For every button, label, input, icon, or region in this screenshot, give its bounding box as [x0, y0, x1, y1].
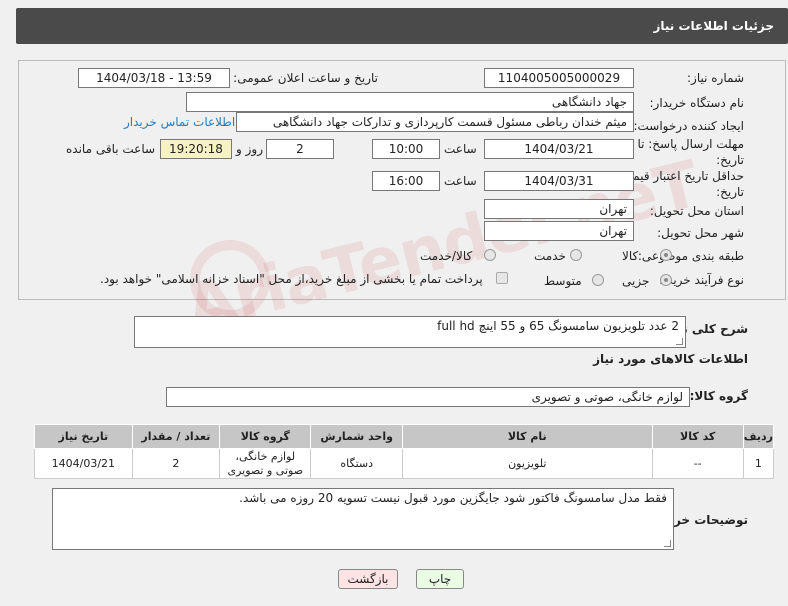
price-valid-time-field: 16:00: [372, 171, 440, 191]
goods-group-label: گروه کالا:: [689, 389, 748, 403]
page-title: جزئیات اطلاعات نیاز: [653, 19, 774, 33]
cell-unit: دستگاه: [310, 448, 403, 479]
buyer-notes-field: فقط مدل سامسونگ فاکتور شود جایگزین مورد …: [52, 488, 674, 550]
goods-section-title: اطلاعات کالاهای مورد نیاز: [593, 352, 748, 366]
page-header: جزئیات اطلاعات نیاز: [16, 8, 788, 44]
category-radio-service[interactable]: [570, 249, 582, 261]
buyer-notes-text: فقط مدل سامسونگ فاکتور شود جایگزین مورد …: [239, 491, 667, 505]
col-name: نام کالا: [401, 424, 653, 449]
category-option-service: خدمت: [534, 249, 566, 263]
back-button[interactable]: بازگشت: [338, 569, 398, 589]
cell-row: 1: [742, 448, 775, 479]
col-code: کد کالا: [651, 424, 744, 449]
goods-group-field: لوازم خانگی، صوتی و تصویری: [166, 387, 690, 407]
treasury-payment-note: پرداخت تمام یا بخشی از مبلغ خرید،از محل …: [100, 272, 483, 286]
announce-label: تاریخ و ساعت اعلان عمومی:: [233, 71, 378, 85]
category-option-both: کالا/خدمت: [420, 249, 473, 263]
days-field: 2: [266, 139, 334, 159]
col-unit: واحد شمارش: [310, 424, 403, 449]
col-group: گروه کالا: [219, 424, 312, 449]
province-field: تهران: [484, 199, 634, 219]
need-number-field: 1104005005000029: [484, 68, 634, 88]
cell-qty: 2: [131, 448, 221, 479]
remaining-time-field: 19:20:18: [160, 139, 232, 159]
col-qty: تعداد / مقدار: [131, 424, 221, 449]
buyer-org-label: نام دستگاه خریدار:: [649, 96, 745, 110]
announce-field: 1404/03/18 - 13:59: [78, 68, 230, 88]
price-valid-hour-label: ساعت: [444, 174, 477, 188]
remaining-label: ساعت باقی مانده: [66, 142, 156, 156]
deadline-time-field: 10:00: [372, 139, 440, 159]
days-label: روز و: [236, 142, 263, 156]
need-number-label: شماره نیاز:: [687, 71, 744, 85]
deadline-label: مهلت ارسال پاسخ: تا تاریخ:: [637, 137, 744, 167]
city-field: تهران: [484, 221, 634, 241]
print-button[interactable]: چاپ: [416, 569, 464, 589]
buyer-org-field: جهاد دانشگاهی: [186, 92, 634, 112]
deadline-date-field: 1404/03/21: [484, 139, 634, 159]
description-field: 2 عدد تلویزیون سامسونگ 65 و 55 اینچ full…: [134, 316, 686, 348]
goods-table: ردیف کد کالا نام کالا واحد شمارش گروه کا…: [34, 424, 775, 479]
province-label: استان محل تحویل:: [649, 204, 744, 218]
process-radio-medium[interactable]: [592, 274, 604, 286]
process-option-medium: متوسط: [544, 274, 582, 288]
creator-field: میثم خندان رباطی مسئول قسمت کارپردازی و …: [236, 112, 634, 132]
category-option-goods: کالا: [622, 249, 639, 263]
price-valid-date-field: 1404/03/31: [484, 171, 634, 191]
category-radio-both[interactable]: [484, 249, 496, 261]
creator-label: ایجاد کننده درخواست:: [633, 119, 744, 133]
category-label: طبقه بندی موضوعی:: [637, 249, 744, 263]
resize-handle[interactable]: [676, 338, 683, 345]
process-radio-minor[interactable]: [660, 274, 672, 286]
treasury-payment-checkbox[interactable]: [496, 272, 508, 284]
col-row: ردیف: [742, 424, 775, 449]
resize-handle[interactable]: [664, 540, 671, 547]
table-header-row: ردیف کد کالا نام کالا واحد شمارش گروه کا…: [34, 424, 775, 449]
cell-group: لوازم خانگی، صوتی و تصویری: [219, 448, 312, 479]
description-text: 2 عدد تلویزیون سامسونگ 65 و 55 اینچ full…: [437, 319, 679, 333]
table-row: 1 -- تلویزیون دستگاه لوازم خانگی، صوتی و…: [34, 448, 775, 479]
cell-code: --: [651, 448, 744, 479]
contact-buyer-link[interactable]: اطلاعات تماس خریدار: [124, 115, 235, 129]
process-option-minor: جزیی: [622, 274, 650, 288]
category-radio-goods[interactable]: [660, 249, 672, 261]
cell-date: 1404/03/21: [34, 448, 133, 479]
col-date: تاریخ نیاز: [34, 424, 133, 449]
city-label: شهر محل تحویل:: [657, 226, 744, 240]
cell-name: تلویزیون: [401, 448, 653, 479]
deadline-hour-label: ساعت: [444, 142, 477, 156]
